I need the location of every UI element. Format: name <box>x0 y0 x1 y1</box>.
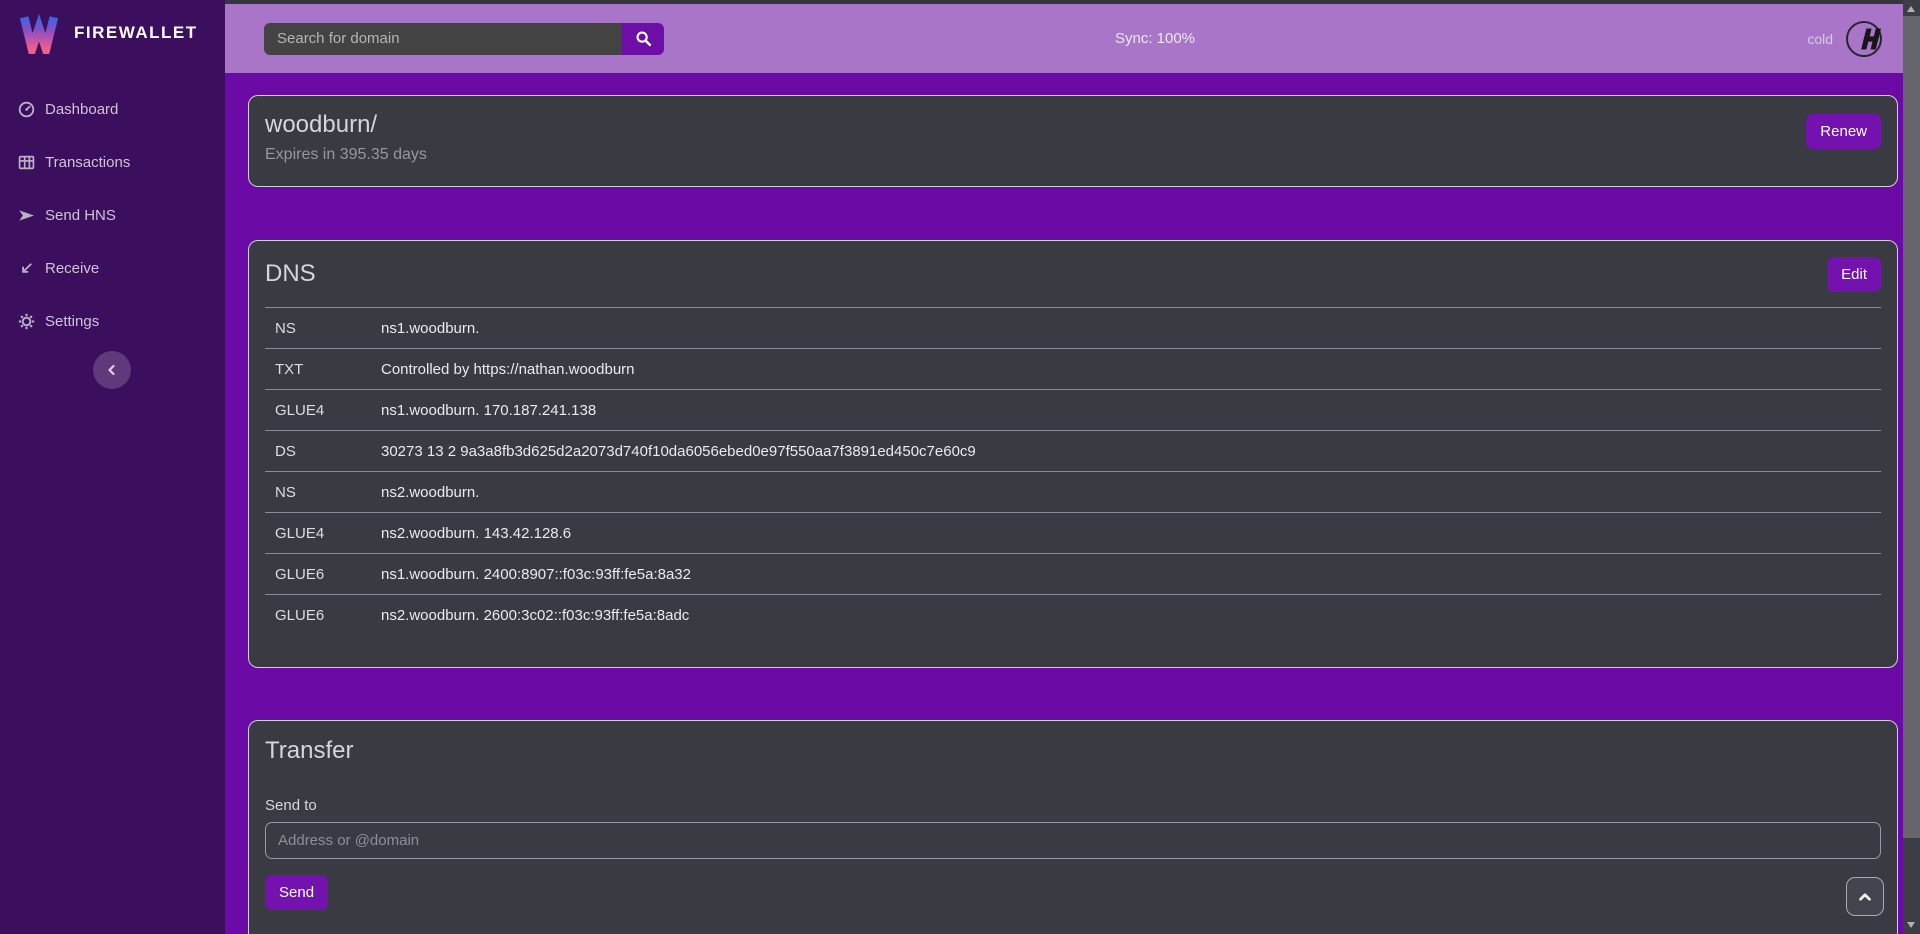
send-to-label: Send to <box>265 797 1881 814</box>
sidebar: FIREWALLET Dashboard Tran <box>0 0 225 934</box>
topbar: Sync: 100% cold <box>225 0 1920 73</box>
dns-title: DNS <box>265 260 1881 288</box>
sidebar-item-settings[interactable]: Settings <box>18 306 225 336</box>
dns-record-type: TXT <box>265 361 381 378</box>
domain-searchbox <box>264 23 664 55</box>
settings-icon <box>18 313 35 330</box>
sidebar-item-transactions[interactable]: Transactions <box>18 147 225 177</box>
renew-button[interactable]: Renew <box>1806 114 1881 149</box>
dns-records-table: NS ns1.woodburn. TXT Controlled by https… <box>265 307 1881 635</box>
sidebar-collapse-button[interactable] <box>93 351 131 389</box>
send-button[interactable]: Send <box>265 875 328 910</box>
sidebar-nav: Dashboard Transactions Send HNS <box>0 94 225 336</box>
dns-record-value: ns2.woodburn. <box>381 484 479 501</box>
wallet-name: cold <box>1807 31 1833 47</box>
scrollbar-down-arrow-icon[interactable] <box>1907 922 1915 928</box>
transactions-icon <box>18 154 35 171</box>
dns-card: DNS Edit NS ns1.woodburn. TXT Controlled… <box>248 240 1898 668</box>
main-area: Sync: 100% cold woodburn/ Expires in 395… <box>225 0 1920 934</box>
sidebar-item-label: Receive <box>45 260 99 277</box>
dns-record-row: GLUE6 ns1.woodburn. 2400:8907::f03c:93ff… <box>265 553 1881 594</box>
transfer-address-input[interactable] <box>265 822 1881 859</box>
dns-record-value: ns1.woodburn. <box>381 320 479 337</box>
dns-record-value: ns1.woodburn. 170.187.241.138 <box>381 402 596 419</box>
dns-record-type: GLUE6 <box>265 566 381 583</box>
sidebar-item-label: Settings <box>45 313 99 330</box>
scrollbar-thumb[interactable] <box>1903 16 1920 838</box>
sidebar-item-label: Transactions <box>45 154 130 171</box>
transfer-card: Transfer Send to Send <box>248 720 1898 934</box>
dns-record-type: GLUE4 <box>265 402 381 419</box>
scroll-to-top-button[interactable] <box>1846 877 1884 916</box>
handshake-logo-icon[interactable] <box>1845 20 1883 58</box>
scrollbar[interactable] <box>1903 0 1920 934</box>
sidebar-item-label: Send HNS <box>45 207 116 224</box>
dns-record-row: DS 30273 13 2 9a3a8fb3d625d2a2073d740f10… <box>265 430 1881 471</box>
receive-icon <box>18 260 35 277</box>
dashboard-icon <box>18 101 35 118</box>
sidebar-item-dashboard[interactable]: Dashboard <box>18 94 225 124</box>
dns-record-row: NS ns2.woodburn. <box>265 471 1881 512</box>
dns-record-type: GLUE4 <box>265 525 381 542</box>
sync-status: Sync: 100% <box>1115 30 1195 47</box>
search-input[interactable] <box>264 23 622 55</box>
scrollbar-up-arrow-icon[interactable] <box>1907 6 1915 12</box>
search-button[interactable] <box>622 23 664 55</box>
dns-record-value: 30273 13 2 9a3a8fb3d625d2a2073d740f10da6… <box>381 443 976 460</box>
chevron-up-icon <box>1856 888 1874 906</box>
dns-record-row: GLUE6 ns2.woodburn. 2600:3c02::f03c:93ff… <box>265 594 1881 635</box>
domain-title: woodburn/ <box>265 111 1881 139</box>
dns-record-type: NS <box>265 484 381 501</box>
dns-record-value: ns2.woodburn. 143.42.128.6 <box>381 525 571 542</box>
dns-record-row: GLUE4 ns2.woodburn. 143.42.128.6 <box>265 512 1881 553</box>
brand: FIREWALLET <box>0 0 225 54</box>
sidebar-item-receive[interactable]: Receive <box>18 253 225 283</box>
domain-card: woodburn/ Expires in 395.35 days Renew <box>248 95 1898 187</box>
edit-dns-button[interactable]: Edit <box>1827 257 1881 292</box>
content: woodburn/ Expires in 395.35 days Renew D… <box>225 73 1920 934</box>
dns-record-row: TXT Controlled by https://nathan.woodbur… <box>265 348 1881 389</box>
sidebar-item-label: Dashboard <box>45 101 118 118</box>
dns-record-type: GLUE6 <box>265 607 381 624</box>
chevron-left-icon <box>104 362 120 378</box>
dns-record-row: GLUE4 ns1.woodburn. 170.187.241.138 <box>265 389 1881 430</box>
sidebar-item-send-hns[interactable]: Send HNS <box>18 200 225 230</box>
dns-record-value: ns2.woodburn. 2600:3c02::f03c:93ff:fe5a:… <box>381 607 689 624</box>
dns-record-type: NS <box>265 320 381 337</box>
send-icon <box>18 207 35 224</box>
dns-record-value: ns1.woodburn. 2400:8907::f03c:93ff:fe5a:… <box>381 566 691 583</box>
domain-expiry: Expires in 395.35 days <box>265 146 1881 164</box>
dns-record-row: NS ns1.woodburn. <box>265 307 1881 348</box>
firewallet-logo-icon <box>18 12 60 54</box>
search-icon <box>635 30 652 47</box>
dns-record-type: DS <box>265 443 381 460</box>
dns-record-value: Controlled by https://nathan.woodburn <box>381 361 635 378</box>
transfer-title: Transfer <box>265 737 1881 765</box>
brand-name: FIREWALLET <box>74 23 198 43</box>
wallet-area: cold <box>1807 4 1883 73</box>
